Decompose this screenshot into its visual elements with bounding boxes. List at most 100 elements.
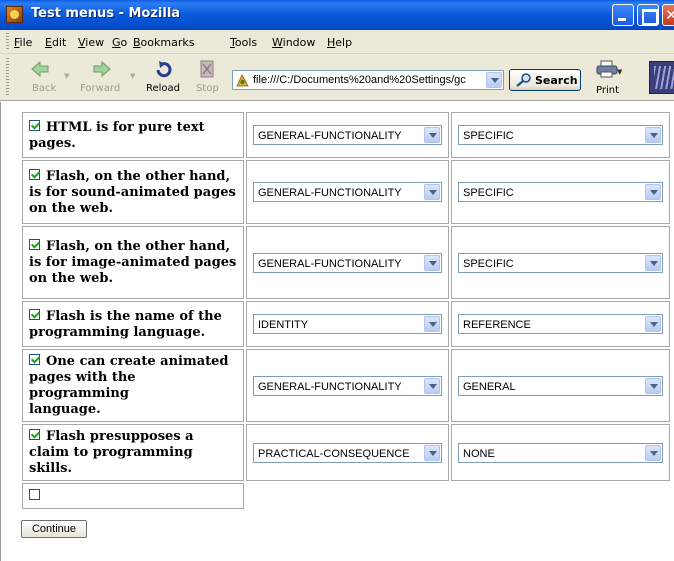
menu-window[interactable]: Window (272, 36, 315, 49)
statement-text-line: Flash is the name of the (46, 308, 222, 324)
select-value: GENERAL-FUNCTIONALITY (258, 187, 402, 199)
statement-checkbox[interactable] (29, 488, 40, 500)
statement-text-line: Flash presupposes a (46, 429, 194, 444)
category-select[interactable]: IDENTITY (253, 314, 442, 334)
dropdown-arrow-icon[interactable] (645, 377, 661, 394)
url-text[interactable]: file:///C:/Documents%20and%20Settings/gc (253, 74, 485, 86)
select-value: GENERAL-FUNCTIONALITY (258, 257, 402, 270)
mozilla-throbber[interactable] (649, 61, 674, 94)
statement-cell: Flash, on the other hand, is for image-an… (22, 226, 244, 299)
question-row: HTML is for pure text pages. GENERAL-FUNCT… (22, 112, 670, 158)
search-label: Search (535, 74, 578, 87)
category-cell: GENERAL-FUNCTIONALITY (246, 160, 449, 224)
menubar-grip[interactable] (6, 33, 9, 50)
menu-view[interactable]: View (78, 36, 104, 49)
forward-label: Forward (80, 83, 121, 94)
subcategory-cell: SPECIFIC (451, 160, 670, 224)
window-titlebar: Test menus - Mozilla (0, 0, 674, 30)
search-icon (516, 73, 531, 87)
statement-text-line: Flash, on the other hand, (46, 168, 231, 184)
subcategory-select[interactable]: REFERENCE (458, 314, 663, 334)
stop-button[interactable]: Stop (190, 58, 224, 98)
dropdown-arrow-icon[interactable] (645, 316, 661, 332)
dropdown-arrow-icon[interactable] (645, 254, 661, 271)
back-button[interactable]: ▼ Back (20, 58, 69, 98)
subcategory-select[interactable]: SPECIFIC (458, 252, 663, 273)
forward-button[interactable]: ▼ Forward (78, 58, 136, 98)
menu-help[interactable]: Help (327, 36, 352, 49)
back-dropdown-icon[interactable]: ▼ (64, 72, 69, 80)
dropdown-arrow-icon[interactable] (424, 316, 440, 332)
category-select[interactable]: GENERAL-FUNCTIONALITY (253, 125, 442, 145)
subcategory-select[interactable]: GENERAL (458, 375, 663, 396)
statement-text-line: pages. (29, 135, 76, 151)
select-value: PRACTICAL-CONSEQUENCE (258, 447, 410, 460)
select-value: GENERAL-FUNCTIONALITY (258, 130, 402, 142)
category-cell: IDENTITY (246, 301, 449, 347)
menu-bar: File Edit View Go Bookmarks Tools Window… (0, 30, 674, 54)
statement-checkbox[interactable] (29, 239, 40, 250)
page-content: HTML is for pure text pages. GENERAL-FUNCT… (0, 102, 674, 561)
category-select[interactable]: GENERAL-FUNCTIONALITY (253, 182, 442, 202)
menu-edit[interactable]: Edit (45, 36, 66, 49)
statement-checkbox[interactable] (29, 354, 40, 365)
menu-bookmarks[interactable]: Bookmarks (133, 36, 194, 49)
dropdown-arrow-icon[interactable] (424, 377, 440, 394)
select-value: SPECIFIC (463, 257, 514, 270)
url-field[interactable]: file:///C:/Documents%20and%20Settings/gc (232, 70, 504, 90)
statement-checkbox[interactable] (29, 308, 40, 320)
reload-button[interactable]: Reload (144, 58, 184, 98)
statement-checkbox[interactable] (29, 168, 40, 180)
minimize-button[interactable] (612, 4, 634, 26)
category-select[interactable]: GENERAL-FUNCTIONALITY (253, 252, 442, 273)
select-value: SPECIFIC (463, 187, 514, 199)
statement-cell: Flash presupposes a claim to programming … (22, 424, 244, 481)
category-select[interactable]: GENERAL-FUNCTIONALITY (253, 375, 442, 396)
statement-text-line: on the web. (29, 200, 113, 216)
statement-cell: Flash is the name of the programming lang… (22, 301, 244, 347)
navigation-toolbar: ▼ Back ▼ Forward Reload Stop file:///C:/… (0, 54, 674, 101)
select-value: GENERAL-FUNCTIONALITY (258, 380, 402, 393)
continue-button[interactable]: Continue (21, 520, 87, 538)
category-select[interactable]: PRACTICAL-CONSEQUENCE (253, 442, 442, 463)
print-dropdown-icon[interactable]: ▼ (617, 68, 622, 76)
dropdown-arrow-icon[interactable] (424, 254, 440, 271)
close-button[interactable] (662, 4, 674, 26)
dropdown-arrow-icon[interactable] (424, 184, 440, 200)
window-title: Test menus - Mozilla (31, 6, 181, 21)
question-row: Flash, on the other hand, is for image-an… (22, 226, 670, 299)
dropdown-arrow-icon[interactable] (645, 444, 661, 461)
url-history-dropdown-icon[interactable] (486, 72, 502, 88)
question-row: Flash is the name of the programming lang… (22, 301, 670, 347)
page-proxy-icon[interactable] (236, 74, 249, 87)
search-button[interactable]: Search (509, 69, 581, 91)
statement-text-line: on the web. (29, 271, 113, 286)
statement-checkbox[interactable] (29, 429, 40, 440)
dropdown-arrow-icon[interactable] (645, 184, 661, 200)
subcategory-select[interactable]: SPECIFIC (458, 125, 663, 145)
maximize-button[interactable] (637, 4, 659, 26)
forward-dropdown-icon[interactable]: ▼ (130, 72, 135, 80)
select-value: NONE (463, 447, 495, 460)
subcategory-select[interactable]: NONE (458, 442, 663, 463)
statement-cell: Flash, on the other hand, is for sound-an… (22, 160, 244, 224)
menu-tools[interactable]: Tools (230, 36, 257, 49)
statement-text-line: language. (29, 402, 101, 417)
back-label: Back (32, 83, 57, 94)
print-button[interactable]: ▼ Print (594, 58, 626, 98)
statement-checkbox[interactable] (29, 119, 40, 131)
statement-cell (22, 483, 244, 509)
toolbar-grip[interactable] (6, 58, 9, 96)
select-value: REFERENCE (463, 319, 531, 331)
menu-file[interactable]: File (14, 36, 32, 49)
dropdown-arrow-icon[interactable] (424, 127, 440, 143)
select-value: GENERAL (463, 380, 516, 393)
dropdown-arrow-icon[interactable] (645, 127, 661, 143)
category-cell: GENERAL-FUNCTIONALITY (246, 349, 449, 422)
question-row: One can create animated pages with the pr… (22, 349, 670, 422)
subcategory-select[interactable]: SPECIFIC (458, 182, 663, 202)
subcategory-cell: SPECIFIC (451, 112, 670, 158)
menu-go[interactable]: Go (112, 36, 127, 49)
statement-text-line: is for sound-animated pages (29, 184, 236, 200)
dropdown-arrow-icon[interactable] (424, 444, 440, 461)
